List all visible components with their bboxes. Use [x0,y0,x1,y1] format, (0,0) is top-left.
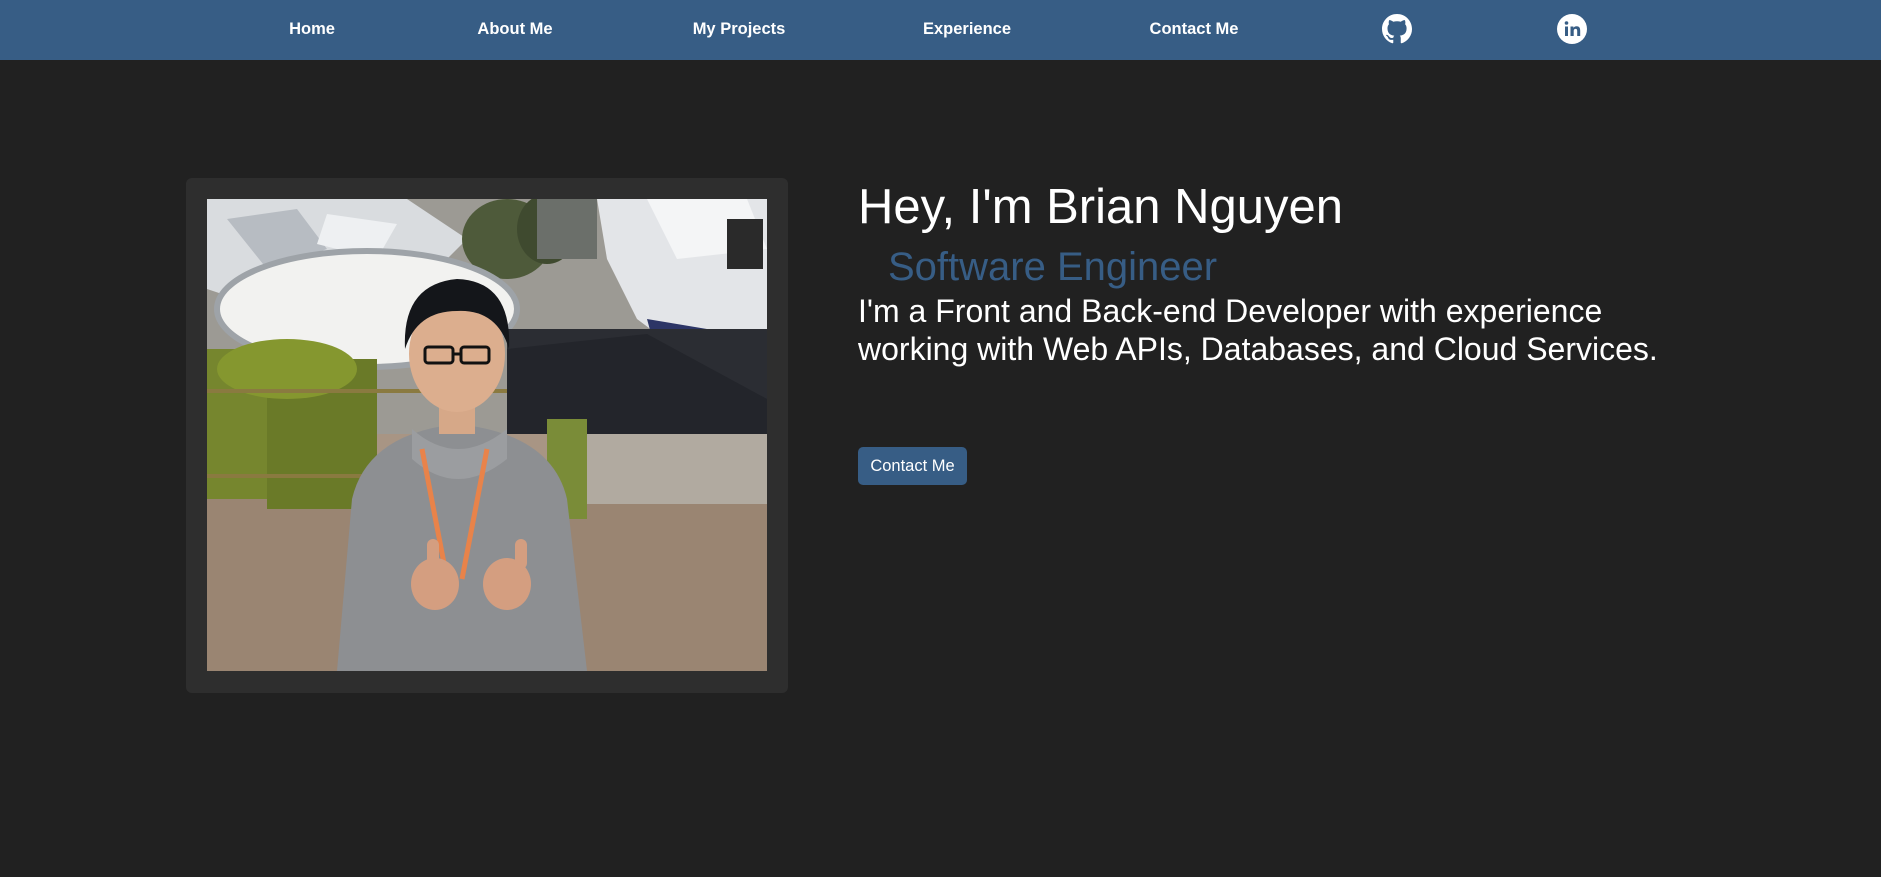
nav-link-contact-me[interactable]: Contact Me [1150,0,1239,60]
navbar: Home About Me My Projects Experience Con… [0,0,1881,60]
github-icon[interactable] [1382,14,1412,44]
nav-link-my-projects[interactable]: My Projects [693,0,786,60]
nav-link-experience[interactable]: Experience [923,0,1011,60]
profile-photo-frame [186,178,788,693]
contact-me-button[interactable]: Contact Me [858,447,967,485]
hero-section: Hey, I'm Brian Nguyen Software Engineer … [858,172,1678,368]
hero-greeting: Hey, I'm Brian Nguyen [858,180,1344,234]
nav-link-about-me[interactable]: About Me [477,0,552,60]
nav-link-home[interactable]: Home [289,0,335,60]
profile-photo [207,199,767,671]
linkedin-icon[interactable] [1557,14,1587,44]
hero-role: Software Engineer [888,245,1218,289]
hero-bio: I'm a Front and Back-end Developer with … [858,293,1658,367]
